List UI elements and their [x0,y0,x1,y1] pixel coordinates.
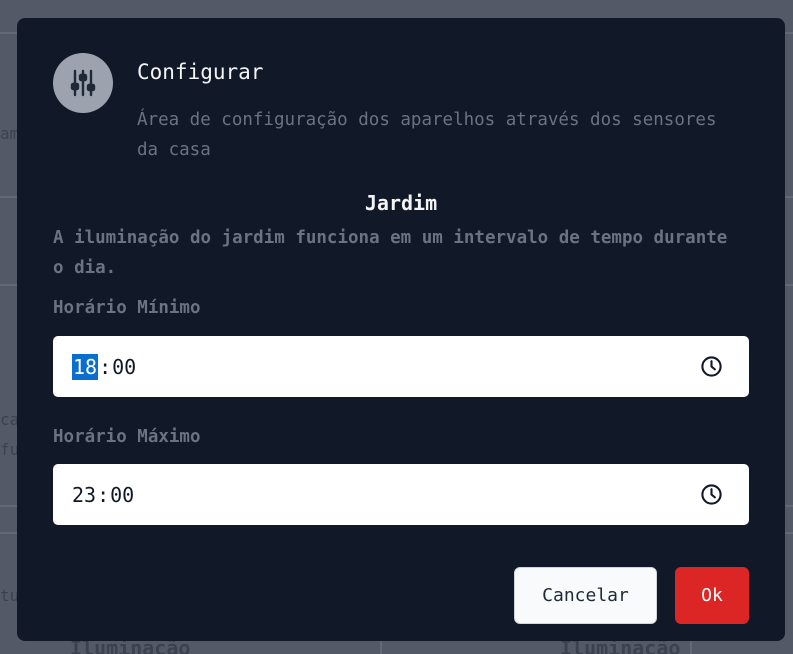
min-time-minutes[interactable]: 00 [112,354,136,380]
cancel-button[interactable]: Cancelar [514,567,657,624]
dialog-subtitle: Área de configuração dos aparelhos atrav… [137,110,717,160]
max-time-hours[interactable]: 23 [72,482,96,508]
min-time-hours[interactable]: 18 [72,353,99,380]
clock-icon[interactable] [700,355,723,378]
dialog-title: Configurar [137,60,264,84]
sliders-icon [53,53,113,113]
time-separator: : [99,354,112,379]
ok-button[interactable]: Ok [675,567,749,624]
min-time-label: Horário Mínimo [53,298,201,318]
max-time-input[interactable]: 23:00 [53,464,749,525]
clock-icon[interactable] [700,483,723,506]
configure-dialog: Configurar Área de configuração dos apar… [17,18,785,641]
section-title: Jardim [364,191,438,215]
time-separator: : [97,482,110,507]
max-time-label: Horário Máximo [53,427,201,447]
max-time-minutes[interactable]: 00 [110,482,134,508]
min-time-input[interactable]: 18:00 [53,336,749,397]
section-description: A iluminação do jardim funciona em um in… [53,228,728,278]
